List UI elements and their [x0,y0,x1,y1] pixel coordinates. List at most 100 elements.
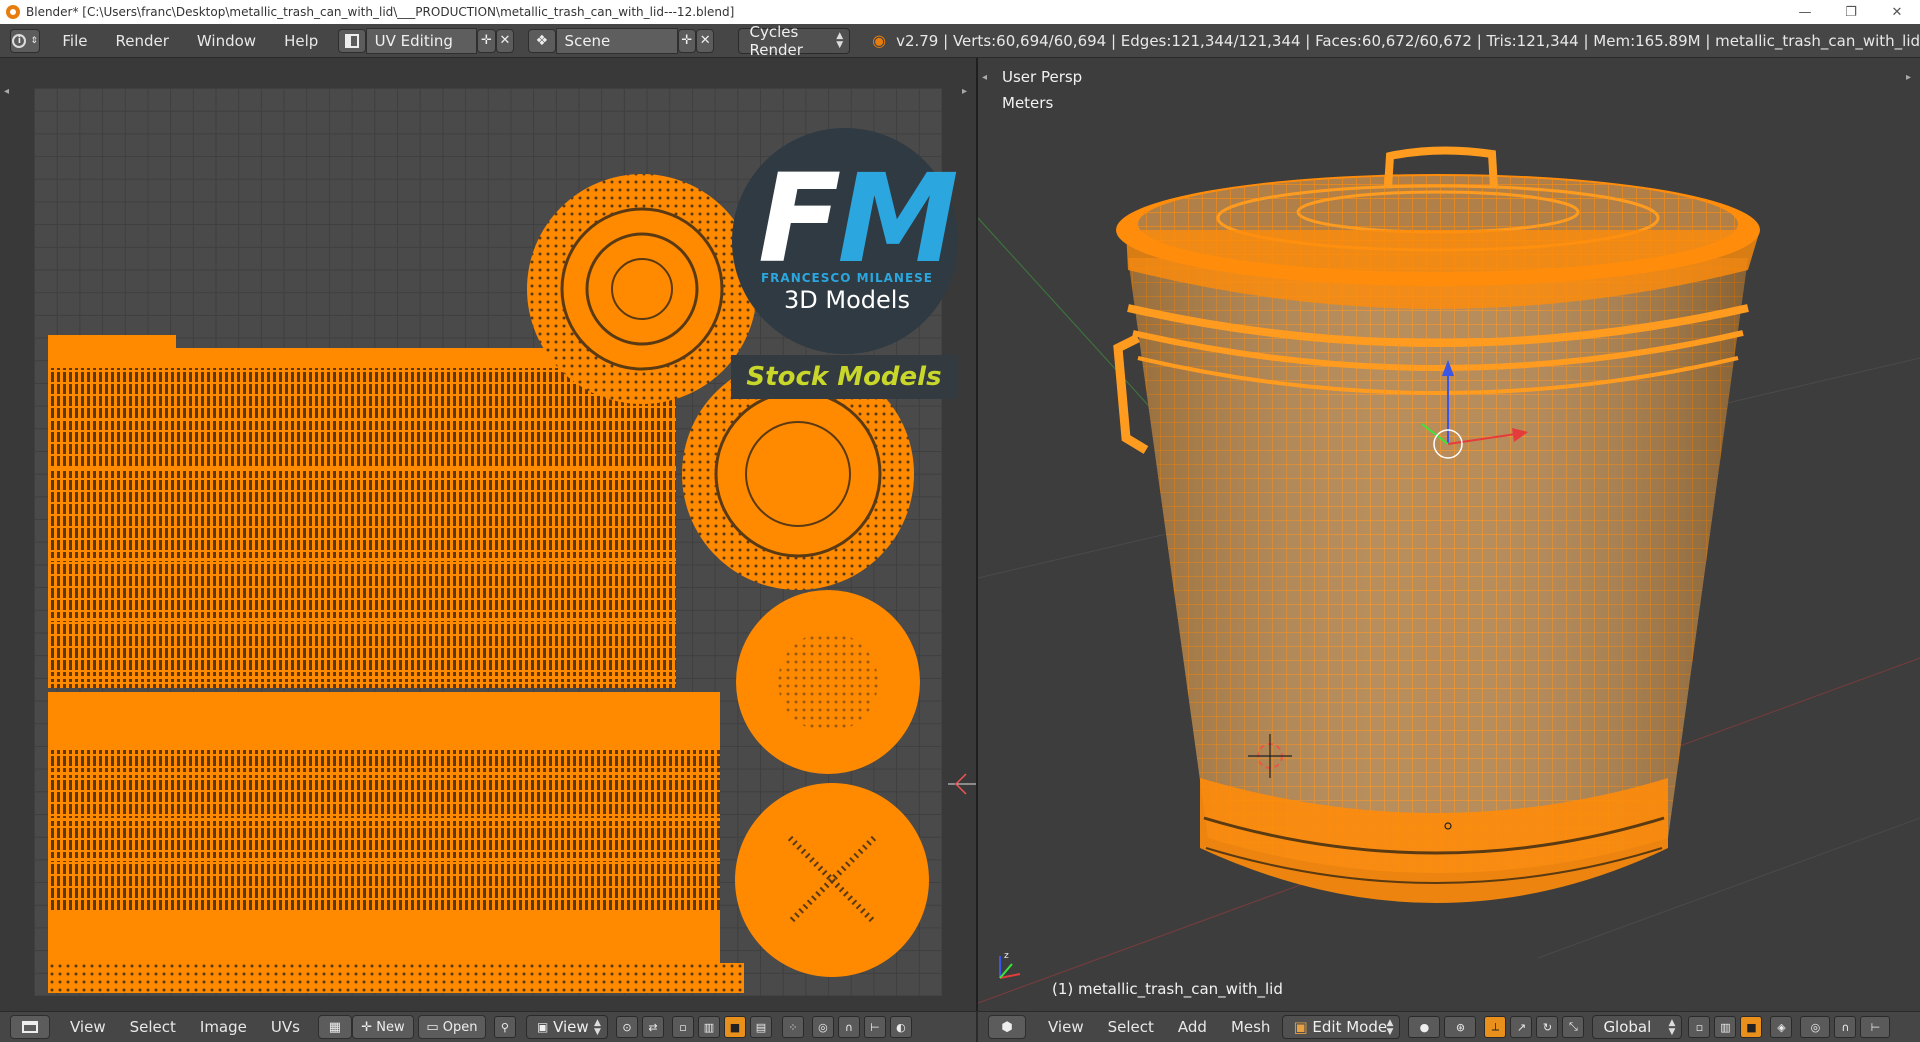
pin-image-button[interactable]: ⚲ [493,1016,516,1038]
editor-type-info-button[interactable]: i ⇕ [10,28,41,53]
image-browse-icon: ▦ [328,1019,342,1035]
sticky-select-button[interactable]: ⁘ [781,1016,804,1038]
snap-element-icon: ⊢ [870,1020,880,1034]
uv-island-base-bottom [735,783,929,977]
close-icon: ✕ [699,33,711,48]
folder-icon: ▭ [426,1019,439,1035]
scene-icon-button[interactable]: ❖ [528,28,556,53]
render-engine-dropdown[interactable]: Cycles Render ▲ ▼ [738,23,851,59]
restore-button[interactable]: ❐ [1828,0,1874,24]
proportional-icon: ◎ [1810,1020,1821,1034]
3d-viewport[interactable]: ◂ ▸ User Persp Meters z (1) metallic_tra… [978,58,1920,1011]
manipulator-icon: ⟂ [1491,1020,1500,1033]
snap-toggle-button[interactable]: ∩ [1834,1016,1857,1038]
info-icon: i [12,33,27,48]
interaction-mode-dropdown[interactable]: ▣ Edit Mode ▲ ▼ [1282,1015,1401,1039]
blender-app-icon [6,5,20,19]
limit-selection-button[interactable]: ◈ [1770,1016,1793,1038]
menu-window[interactable]: Window [183,24,270,58]
snap-element-button[interactable]: ⊢ [863,1016,886,1038]
pivot-icon: ⊙ [622,1020,632,1034]
viewport-scene[interactable]: z [978,58,1920,1011]
proportional-edit-button[interactable]: ◎ [811,1016,834,1038]
info-header: i ⇕ File Render Window Help UV Editing ✛… [0,23,1920,59]
trash-can-mesh[interactable] [1113,146,1760,903]
layout-grid-icon [344,33,359,48]
uv-extra-button[interactable]: ◐ [889,1016,912,1038]
island-select-icon: ▤ [755,1020,767,1034]
proportional-icon: ◎ [818,1020,828,1034]
sync-selection-button[interactable]: ⇄ [641,1016,664,1038]
uv-island-lid-top [527,174,757,404]
view-axes-widget: z [999,951,1021,979]
scale-manipulator-button[interactable]: ⤡ [1562,1016,1585,1038]
new-image-button[interactable]: ✛ New [351,1015,414,1039]
menu-help[interactable]: Help [270,24,332,58]
transform-orientation-dropdown[interactable]: Global ▲ ▼ [1592,1015,1683,1039]
uv-menu-uvs[interactable]: UVs [259,1018,312,1036]
add-scene-button[interactable]: ✛ [677,28,697,53]
screen-layout-field[interactable]: UV Editing [365,27,478,54]
remove-layout-button[interactable]: ✕ [495,28,515,53]
uv-menu-image[interactable]: Image [188,1018,259,1036]
rotate-manipulator-button[interactable]: ↻ [1536,1016,1559,1038]
open-image-button[interactable]: ▭ Open [417,1015,486,1039]
menu-render[interactable]: Render [102,24,183,58]
magnet-icon: ∩ [1841,1020,1850,1034]
menu-file[interactable]: File [48,24,101,58]
viewport-shading-button[interactable]: ● [1408,1016,1441,1038]
window-titlebar: Blender* [C:\Users\franc\Desktop\metalli… [0,0,1920,24]
window-title: Blender* [C:\Users\franc\Desktop\metalli… [26,5,735,19]
face-select-icon: ■ [729,1020,741,1034]
plus-icon: ✛ [681,33,693,48]
snap-element-button[interactable]: ⊢ [1860,1016,1891,1038]
uv-2d-cursor[interactable] [948,773,976,795]
render-icon: ◐ [896,1020,906,1034]
uv-view-mode-dropdown[interactable]: ▣ View ▲ ▼ [525,1015,608,1039]
select-vertex-button[interactable]: ▫ [1688,1016,1711,1038]
pivot-button[interactable]: ⊙ [615,1016,638,1038]
translate-manipulator-button[interactable]: ↗ [1510,1016,1533,1038]
remove-scene-button[interactable]: ✕ [696,28,715,53]
uv-editor-header: View Select Image UVs ▦ ✛ New ▭ Open ⚲ ▣… [0,1011,976,1042]
uv-select-vertex-button[interactable]: ▫ [671,1016,694,1038]
uv-image-editor[interactable]: ◂ ▸ FM FRANCESCO MILANESE 3D Models Stoc… [0,58,976,1011]
snap-element-icon: ⊢ [1870,1020,1881,1034]
select-face-button[interactable]: ■ [1740,1016,1763,1038]
editor-type-3d-button[interactable]: ⬢ [988,1015,1026,1039]
close-button[interactable]: ✕ [1874,0,1920,24]
scene-statistics: v2.79 | Verts:60,694/60,694 | Edges:121,… [896,31,1920,50]
active-object-label: (1) metallic_trash_can_with_lid [1052,980,1283,998]
face-select-icon: ■ [1746,1020,1757,1034]
vp-menu-select[interactable]: Select [1096,1018,1166,1036]
browse-image-button[interactable]: ▦ [317,1015,352,1039]
uv-select-island-button[interactable]: ▤ [749,1016,772,1038]
vp-menu-view[interactable]: View [1036,1018,1096,1036]
scene-field[interactable]: Scene [555,27,678,54]
select-edge-button[interactable]: ▥ [1714,1016,1737,1038]
watermark-stock-label: Stock Models [731,355,957,399]
uv-select-face-button[interactable]: ■ [723,1016,746,1038]
pivot-icon: ⊛ [1455,1020,1466,1034]
uv-menu-select[interactable]: Select [118,1018,188,1036]
edge-select-icon: ▥ [703,1020,715,1034]
svg-text:z: z [1004,951,1009,961]
uv-select-edge-button[interactable]: ▥ [697,1016,720,1038]
logo-letter-f: F [758,148,841,290]
plus-icon: ✛ [361,1019,373,1035]
view-mode-icon: ▣ [536,1020,549,1034]
add-layout-button[interactable]: ✛ [477,28,496,53]
proportional-edit-button[interactable]: ◎ [1800,1016,1831,1038]
logo-letter-m: M [837,148,958,290]
vp-menu-add[interactable]: Add [1166,1018,1219,1036]
pivot-point-button[interactable]: ⊛ [1444,1016,1477,1038]
image-editor-icon [22,1021,38,1033]
manipulator-toggle-button[interactable]: ⟂ [1484,1016,1507,1038]
editor-type-uv-button[interactable] [10,1015,50,1039]
screen-layout-icon-button[interactable] [338,28,366,53]
vp-menu-mesh[interactable]: Mesh [1219,1018,1283,1036]
minimize-button[interactable]: — [1782,0,1828,24]
updown-arrows-icon: ⇕ [30,35,38,46]
uv-menu-view[interactable]: View [58,1018,118,1036]
snap-toggle-button[interactable]: ∩ [837,1016,860,1038]
